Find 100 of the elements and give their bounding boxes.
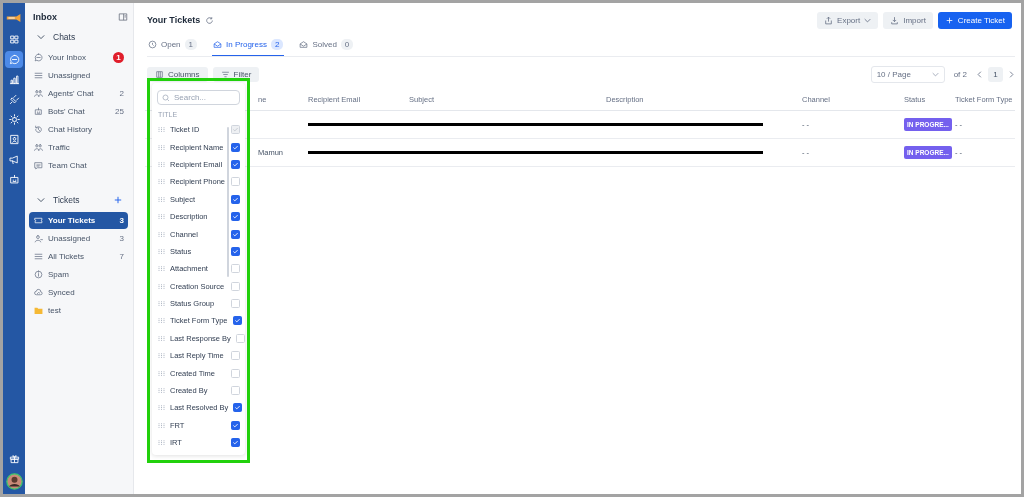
checkbox[interactable]: [231, 159, 240, 169]
refresh-icon[interactable]: [205, 15, 215, 25]
page-button[interactable]: 1: [988, 66, 1003, 82]
tab-count: 1: [184, 39, 198, 50]
nav-item-label: Synced: [48, 288, 76, 297]
contact-card-icon: [8, 134, 20, 145]
page-size-select[interactable]: 10 / Page: [870, 65, 945, 83]
drag-handle-icon[interactable]: [158, 353, 165, 359]
tab-count: 0: [340, 39, 354, 50]
panel-toggle-icon[interactable]: [118, 12, 128, 22]
plus-icon[interactable]: [114, 196, 122, 204]
search-field[interactable]: Search...: [157, 90, 240, 105]
tab[interactable]: In Progress 2: [212, 34, 285, 56]
checkmark-icon: [233, 317, 241, 325]
list-icon: [34, 252, 43, 261]
checkbox[interactable]: [231, 438, 240, 448]
checkbox[interactable]: [233, 403, 243, 413]
nav-item[interactable]: All Tickets 7: [29, 248, 128, 265]
alert-badge: 1: [113, 52, 124, 63]
item-count: 3: [119, 234, 124, 243]
tab[interactable]: Solved 0: [298, 34, 355, 56]
drag-handle-icon[interactable]: [158, 388, 165, 394]
nav-item[interactable]: Your Tickets 3: [29, 212, 128, 229]
nav-item-label: Chat History: [48, 125, 93, 134]
nav-item[interactable]: Chat History: [29, 121, 128, 138]
checkbox[interactable]: [231, 212, 240, 222]
plus-icon: [944, 15, 954, 25]
import-button[interactable]: Import: [883, 11, 933, 29]
checkbox[interactable]: [231, 194, 240, 204]
chevron-icon[interactable]: [37, 196, 45, 204]
nav-item[interactable]: Agents' Chat 2: [29, 85, 128, 102]
item-count: 25: [115, 107, 124, 116]
rail-button[interactable]: [5, 51, 23, 68]
folder-icon: [34, 306, 43, 315]
nav-item-label: Team Chat: [48, 161, 88, 170]
nav-item-label: Traffic: [48, 143, 71, 152]
page-title: Your Tickets: [147, 15, 201, 25]
previous-page-icon[interactable]: [976, 70, 983, 78]
nav-item-label: Your Tickets: [48, 216, 97, 225]
robot-icon: [34, 107, 43, 116]
checkbox[interactable]: [232, 316, 242, 326]
checkmark-icon: [232, 230, 239, 238]
nav-item-label: Your Inbox: [48, 53, 87, 62]
nav-item[interactable]: Traffic: [29, 139, 128, 156]
drag-handle-icon[interactable]: [158, 301, 165, 307]
info-icon: [34, 270, 43, 279]
drag-handle-icon[interactable]: [158, 127, 165, 133]
download-icon: [890, 15, 900, 25]
nav-item[interactable]: Bots' Chat 25: [29, 103, 128, 120]
checkbox[interactable]: [231, 229, 240, 239]
checkmark-icon: [232, 126, 239, 134]
drag-handle-icon[interactable]: [158, 422, 165, 428]
drag-handle-icon[interactable]: [158, 231, 165, 237]
drag-handle-icon[interactable]: [158, 283, 165, 289]
chat-bubble-icon: [8, 54, 20, 65]
chat-bubble-icon: [34, 53, 43, 62]
drag-handle-icon[interactable]: [158, 335, 165, 341]
checkbox[interactable]: [231, 142, 240, 152]
drag-handle-icon[interactable]: [158, 214, 165, 220]
drag-handle-icon[interactable]: [158, 248, 165, 254]
item-count: 3: [119, 216, 124, 225]
nav-item-label: Bots' Chat: [48, 107, 86, 116]
drag-handle-icon[interactable]: [158, 161, 165, 167]
scrollbar[interactable]: [227, 127, 229, 277]
checkmark-icon: [234, 404, 242, 412]
avatar[interactable]: [5, 473, 23, 490]
nav-item[interactable]: test: [29, 302, 128, 319]
checkbox[interactable]: [231, 246, 240, 256]
nav-item[interactable]: Unassigned 3: [29, 230, 128, 247]
nav-item[interactable]: Team Chat: [29, 157, 128, 174]
drag-handle-icon[interactable]: [158, 196, 165, 202]
nav-item[interactable]: Synced: [29, 284, 128, 301]
envelope-icon: [213, 40, 223, 49]
grid-icon: [8, 34, 20, 45]
drag-handle-icon[interactable]: [158, 405, 165, 411]
drag-handle-icon[interactable]: [158, 179, 165, 185]
caret-icon: [931, 70, 939, 78]
drag-handle-icon[interactable]: [158, 440, 165, 446]
nav-item[interactable]: Unassigned: [29, 67, 128, 84]
gift-icon[interactable]: [8, 453, 20, 464]
settings-icon: [8, 114, 20, 125]
nav-item-label: Agents' Chat: [48, 89, 95, 98]
drag-handle-icon[interactable]: [158, 266, 165, 272]
drag-handle-icon[interactable]: [158, 318, 165, 324]
export-button[interactable]: Export: [817, 11, 879, 29]
nav-item-label: Unassigned: [48, 234, 92, 243]
nav-item[interactable]: Spam: [29, 266, 128, 283]
tab[interactable]: Open 1: [147, 34, 199, 56]
nav-item-label: Spam: [48, 270, 70, 279]
chevron-icon[interactable]: [37, 33, 45, 41]
item-count: 7: [119, 252, 124, 261]
bar-chart-icon: [8, 74, 20, 85]
drag-handle-icon[interactable]: [158, 144, 165, 150]
plug-icon: [8, 94, 20, 105]
message-icon: [34, 161, 43, 170]
nav-item[interactable]: Your Inbox 1: [29, 49, 128, 66]
checkbox[interactable]: [231, 420, 240, 430]
drag-handle-icon[interactable]: [158, 370, 165, 376]
create-button[interactable]: Create Ticket: [937, 11, 1012, 29]
next-page-icon[interactable]: [1008, 70, 1015, 78]
